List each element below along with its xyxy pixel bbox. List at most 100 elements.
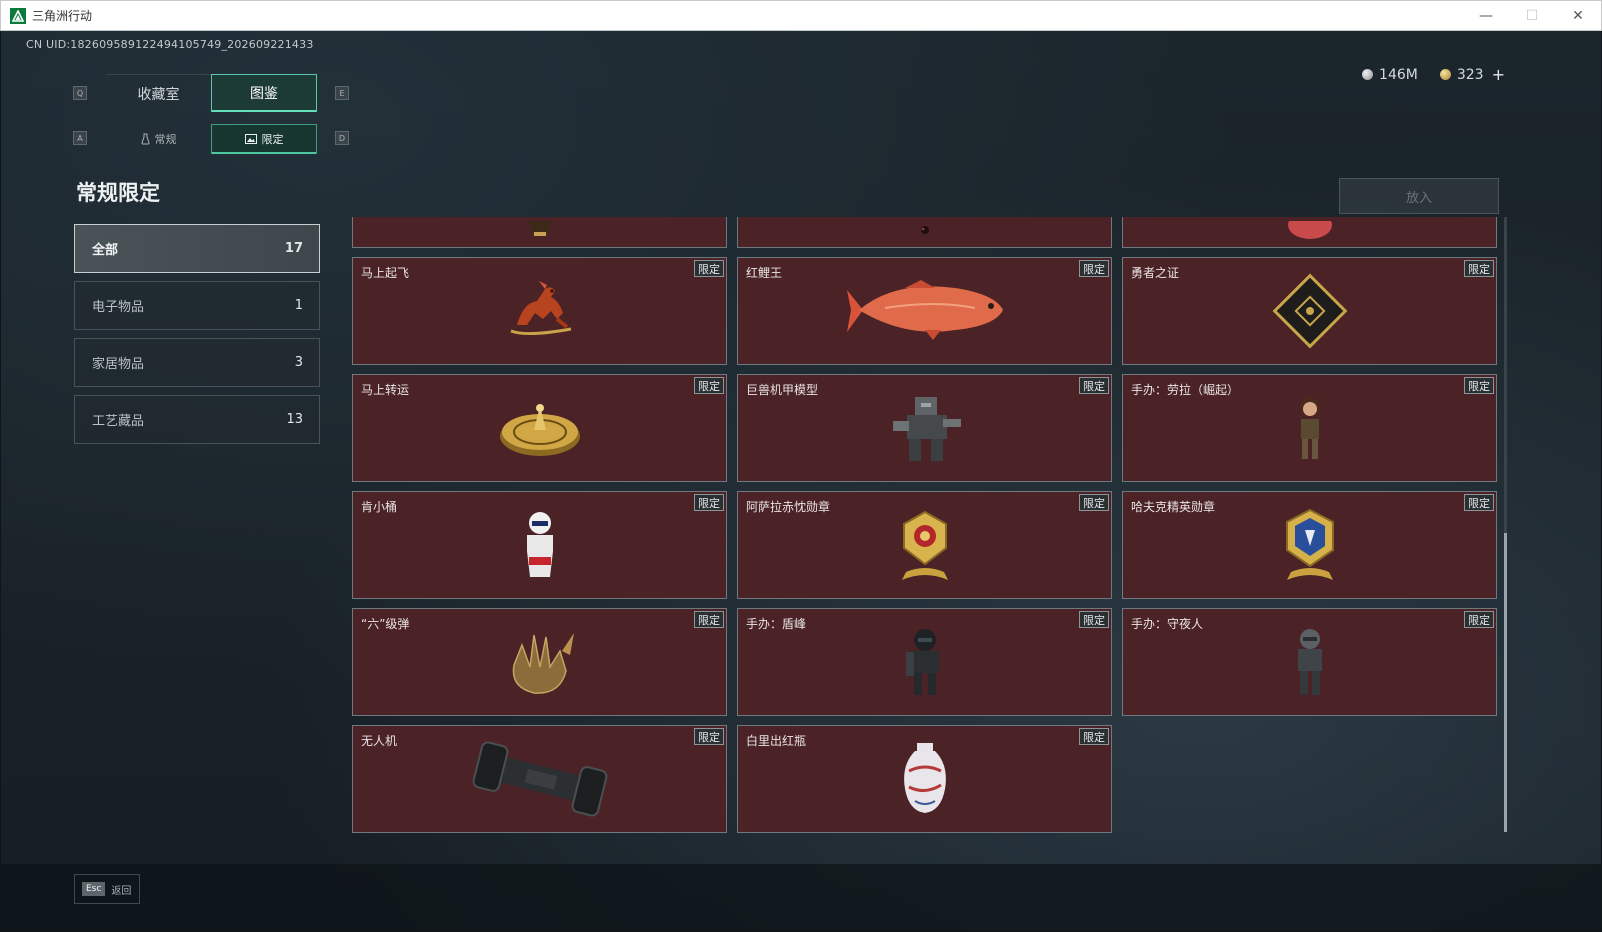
item-name: 巨兽机甲模型 bbox=[746, 383, 819, 397]
subtab-regular-label: 常规 bbox=[154, 133, 177, 146]
partial-item-icon bbox=[915, 222, 935, 246]
subtab-limited-label: 限定 bbox=[261, 133, 284, 146]
armored-figure-icon bbox=[902, 626, 948, 702]
item-name: 阿萨拉赤忱勋章 bbox=[746, 500, 831, 514]
limited-badge: 限定 bbox=[694, 260, 724, 277]
horse-statue-icon bbox=[497, 279, 583, 347]
bucket-figure-icon bbox=[517, 509, 563, 585]
put-in-button[interactable]: 放入 bbox=[1339, 178, 1499, 214]
drone-icon bbox=[470, 740, 610, 822]
item-name: 手办：守夜人 bbox=[1131, 617, 1204, 631]
item-card[interactable]: 巨兽机甲模型 限定 bbox=[737, 374, 1112, 482]
category-label: 工艺藏品 bbox=[92, 414, 145, 429]
item-card[interactable]: 肯小桶 限定 bbox=[352, 491, 727, 599]
key-hint-q: Q bbox=[73, 86, 87, 100]
key-hint-d: D bbox=[335, 131, 349, 145]
item-name: 肯小桶 bbox=[361, 500, 398, 514]
item-card[interactable]: 马上转运 限定 bbox=[352, 374, 727, 482]
gold-coin-icon bbox=[1439, 69, 1451, 80]
game-viewport: CN UID:18260958912249410574​9_2026092214… bbox=[1, 31, 1601, 931]
scrollbar-thumb[interactable] bbox=[1504, 533, 1507, 832]
category-label: 家居物品 bbox=[92, 357, 145, 372]
red-carp-icon bbox=[845, 280, 1005, 346]
window-title-bar: 三角洲行动 — ☐ ✕ bbox=[0, 0, 1602, 31]
back-button[interactable]: Esc 返回 bbox=[74, 874, 140, 904]
golden-disc-icon bbox=[498, 396, 582, 464]
gold-amount: 323 bbox=[1456, 66, 1484, 83]
uid-label: CN UID:18260958912249410574​9_2026092214… bbox=[26, 38, 314, 51]
card-emblem-icon bbox=[1271, 272, 1349, 354]
grid-scrollbar[interactable] bbox=[1504, 217, 1507, 832]
add-currency-button[interactable]: + bbox=[1492, 65, 1505, 84]
currency-bar: 146M 323 + bbox=[1362, 65, 1505, 84]
category-count: 17 bbox=[284, 241, 303, 256]
item-card[interactable]: 红鲤王 限定 bbox=[737, 257, 1112, 365]
category-household[interactable]: 家居物品 3 bbox=[74, 338, 320, 387]
back-label: 返回 bbox=[111, 885, 132, 897]
item-name: 白里出红瓶 bbox=[746, 734, 807, 748]
blue-medal-icon bbox=[1277, 506, 1343, 588]
tab-catalog[interactable]: 图鉴 bbox=[211, 74, 317, 112]
limited-badge: 限定 bbox=[1464, 611, 1494, 628]
item-name: 红鲤王 bbox=[746, 266, 783, 280]
key-hint-a: A bbox=[73, 131, 87, 145]
item-card[interactable]: 勇者之证 限定 bbox=[1122, 257, 1497, 365]
item-card[interactable] bbox=[1122, 217, 1497, 248]
item-name: 哈夫克精英勋章 bbox=[1131, 500, 1216, 514]
item-card[interactable]: 手办：劳拉（崛起） 限定 bbox=[1122, 374, 1497, 482]
limited-badge: 限定 bbox=[1464, 494, 1494, 511]
item-name: 马上起飞 bbox=[361, 266, 410, 280]
maximize-button[interactable]: ☐ bbox=[1509, 1, 1555, 31]
item-name: 勇者之证 bbox=[1131, 266, 1180, 280]
limited-badge: 限定 bbox=[1079, 494, 1109, 511]
category-count: 1 bbox=[294, 298, 303, 313]
app-logo-icon bbox=[10, 7, 26, 24]
item-card[interactable] bbox=[737, 217, 1112, 248]
limited-badge: 限定 bbox=[1079, 377, 1109, 394]
item-card[interactable]: 阿萨拉赤忱勋章 限定 bbox=[737, 491, 1112, 599]
item-card[interactable]: 马上起飞 限定 bbox=[352, 257, 727, 365]
partial-item-icon bbox=[520, 222, 560, 246]
mech-model-icon bbox=[885, 391, 965, 469]
item-card[interactable]: “六”级弹 限定 bbox=[352, 608, 727, 716]
category-all[interactable]: 全部 17 bbox=[74, 224, 320, 273]
item-card[interactable]: 手办：盾峰 限定 bbox=[737, 608, 1112, 716]
flask-icon bbox=[140, 133, 150, 145]
item-card[interactable]: 无人机 限定 bbox=[352, 725, 727, 833]
bottom-bar bbox=[1, 864, 1601, 931]
key-hint-e: E bbox=[335, 86, 349, 100]
item-card[interactable] bbox=[352, 217, 727, 248]
subtab-limited[interactable]: 限定 bbox=[211, 124, 317, 154]
category-count: 13 bbox=[286, 412, 303, 427]
item-name: 马上转运 bbox=[361, 383, 410, 397]
partial-item-icon bbox=[1285, 217, 1335, 247]
limited-badge: 限定 bbox=[1079, 728, 1109, 745]
limited-badge: 限定 bbox=[1079, 611, 1109, 628]
item-card[interactable]: 白里出红瓶 限定 bbox=[737, 725, 1112, 833]
night-figure-icon bbox=[1289, 626, 1331, 702]
tab-collection-room[interactable]: 收藏室 bbox=[106, 74, 211, 112]
item-card[interactable]: 哈夫克精英勋章 限定 bbox=[1122, 491, 1497, 599]
item-card[interactable]: 手办：守夜人 限定 bbox=[1122, 608, 1497, 716]
item-name: 手办：盾峰 bbox=[746, 617, 807, 631]
category-electronics[interactable]: 电子物品 1 bbox=[74, 281, 320, 330]
close-button[interactable]: ✕ bbox=[1555, 1, 1601, 31]
item-name: 手办：劳拉（崛起） bbox=[1131, 383, 1240, 397]
gold-currency: 323 + bbox=[1439, 65, 1505, 84]
silver-currency: 146M bbox=[1362, 67, 1418, 83]
limited-badge: 限定 bbox=[1464, 260, 1494, 277]
limited-badge: 限定 bbox=[694, 494, 724, 511]
item-name: “六”级弹 bbox=[361, 617, 410, 631]
category-label: 全部 bbox=[92, 243, 119, 258]
subtab-regular[interactable]: 常规 bbox=[106, 124, 211, 154]
limited-badge: 限定 bbox=[694, 611, 724, 628]
category-crafts[interactable]: 工艺藏品 13 bbox=[74, 395, 320, 444]
minimize-button[interactable]: — bbox=[1463, 1, 1509, 31]
silver-amount: 146M bbox=[1379, 66, 1418, 83]
bullet-hand-icon bbox=[500, 627, 580, 701]
limited-badge: 限定 bbox=[694, 377, 724, 394]
limited-badge: 限定 bbox=[694, 728, 724, 745]
limited-picture-icon bbox=[244, 134, 257, 144]
limited-badge: 限定 bbox=[1079, 260, 1109, 277]
item-name: 无人机 bbox=[361, 734, 398, 748]
